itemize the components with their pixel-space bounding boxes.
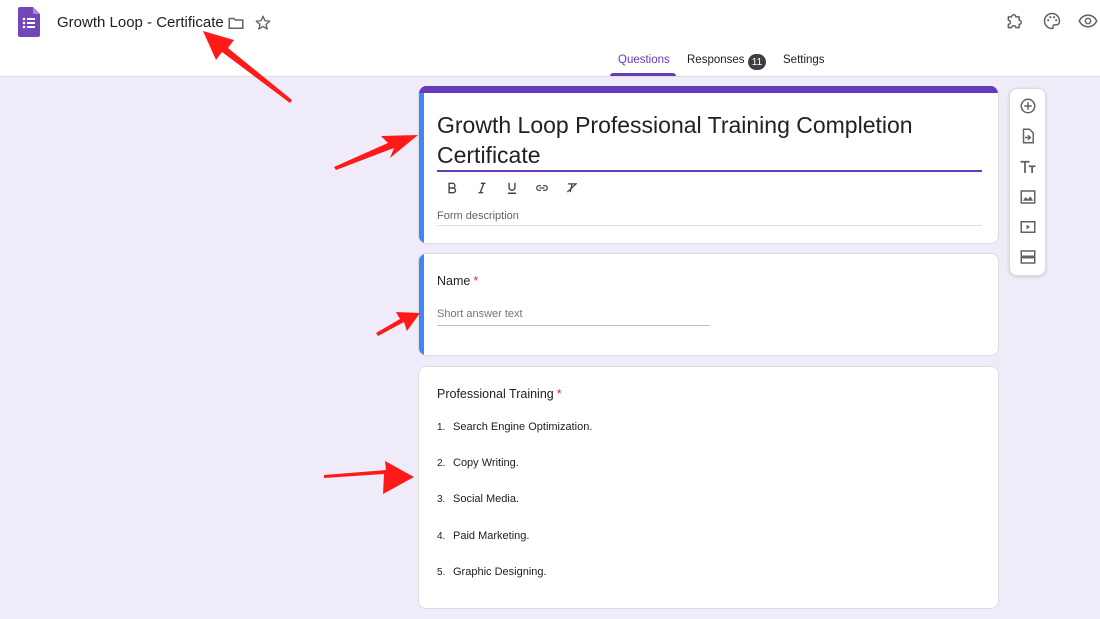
add-image-icon[interactable] — [1017, 186, 1039, 208]
add-title-icon[interactable] — [1017, 156, 1039, 178]
active-card-indicator — [419, 93, 424, 243]
short-answer-field[interactable]: Short answer text — [437, 308, 523, 320]
required-mark: * — [556, 387, 562, 401]
google-forms-icon[interactable] — [18, 7, 40, 37]
tab-settings[interactable]: Settings — [783, 54, 825, 66]
list-number: 1. — [437, 422, 446, 433]
underline-icon[interactable] — [497, 179, 527, 197]
list-text: Paid Marketing. — [453, 530, 530, 542]
required-mark: * — [473, 274, 479, 288]
form-title-card[interactable]: Growth Loop Professional Training Comple… — [418, 86, 999, 244]
list-item: 4. Paid Marketing. — [437, 530, 529, 542]
list-number: 3. — [437, 494, 446, 505]
active-card-indicator — [419, 254, 424, 355]
theme-accent-bar — [419, 86, 998, 93]
list-text: Social Media. — [453, 493, 520, 505]
add-section-icon[interactable] — [1017, 246, 1039, 268]
annotation-arrow-form-title — [334, 135, 418, 170]
clear-format-icon[interactable] — [557, 179, 587, 197]
form-title[interactable]: Growth Loop Professional Training Comple… — [437, 110, 982, 170]
list-item: 5. Graphic Designing. — [437, 566, 547, 578]
tab-questions[interactable]: Questions — [618, 54, 670, 66]
list-item: 1. Search Engine Optimization. — [437, 421, 592, 433]
list-number: 2. — [437, 458, 446, 469]
question-title: Professional Training * — [437, 387, 562, 401]
folder-icon[interactable] — [224, 11, 248, 35]
list-number: 4. — [437, 531, 446, 542]
format-toolbar — [437, 179, 587, 197]
list-item: 3. Social Media. — [437, 493, 519, 505]
tab-responses[interactable]: Responses — [687, 54, 745, 66]
top-header: Growth Loop - Certificate Questions Resp… — [0, 0, 1100, 77]
list-text: Graphic Designing. — [453, 566, 547, 578]
form-description-input[interactable]: Form description — [437, 210, 519, 222]
bold-icon[interactable] — [437, 179, 467, 197]
question-title-text: Professional Training — [437, 387, 554, 401]
question-title: Name * — [437, 274, 478, 288]
active-tab-indicator — [610, 73, 676, 76]
side-toolbar — [1009, 88, 1046, 276]
star-icon[interactable] — [251, 11, 275, 35]
list-number: 5. — [437, 567, 446, 578]
italic-icon[interactable] — [467, 179, 497, 197]
short-answer-underline — [437, 325, 710, 326]
list-text: Copy Writing. — [453, 457, 519, 469]
annotation-arrow-name — [376, 312, 420, 336]
annotation-arrow-training — [324, 461, 414, 494]
title-underline — [437, 170, 982, 172]
add-question-icon[interactable] — [1017, 95, 1039, 117]
question-card-professional-training[interactable]: Professional Training * 1. Search Engine O… — [418, 366, 999, 609]
preview-eye-icon[interactable] — [1076, 9, 1100, 33]
palette-icon[interactable] — [1040, 9, 1064, 33]
import-questions-icon[interactable] — [1017, 125, 1039, 147]
document-title[interactable]: Growth Loop - Certificate — [57, 14, 224, 31]
responses-count-badge: 11 — [748, 54, 766, 70]
link-icon[interactable] — [527, 179, 557, 197]
question-card-name[interactable]: Name * Short answer text — [418, 253, 999, 356]
tab-bar: Questions Responses Settings — [0, 48, 1100, 77]
add-video-icon[interactable] — [1017, 216, 1039, 238]
question-title-text: Name — [437, 274, 471, 288]
addon-puzzle-icon[interactable] — [1003, 9, 1027, 33]
list-item: 2. Copy Writing. — [437, 457, 519, 469]
list-text: Search Engine Optimization. — [453, 421, 593, 433]
description-underline — [437, 225, 982, 226]
